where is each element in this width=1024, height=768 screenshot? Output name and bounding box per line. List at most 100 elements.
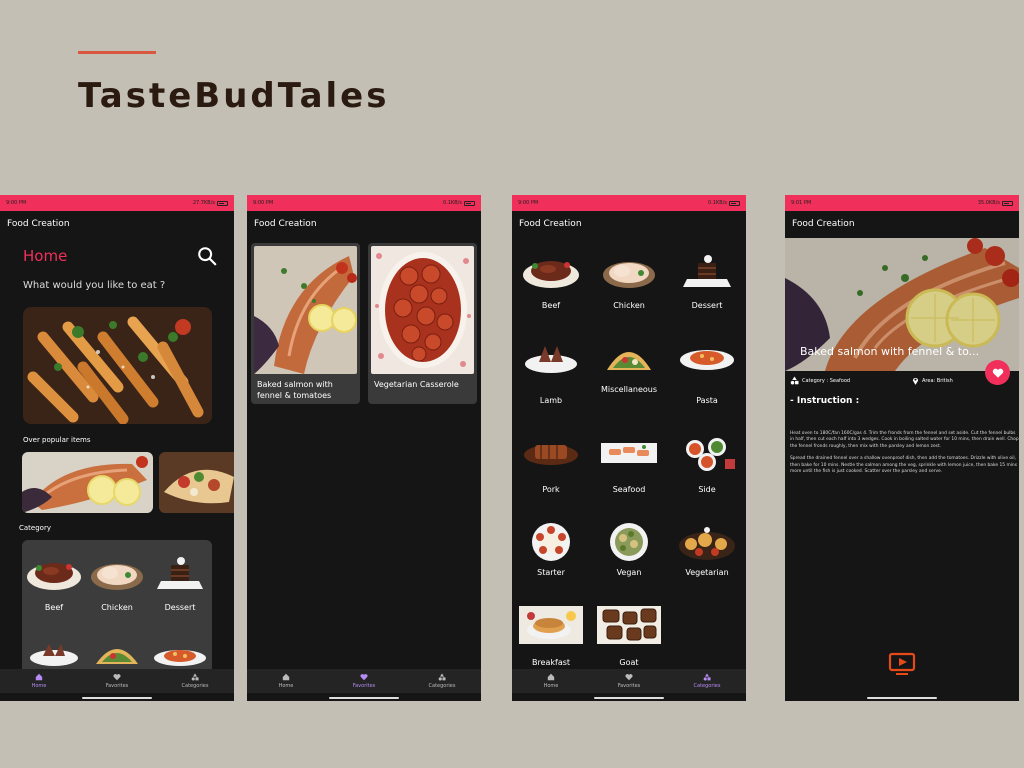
favorite-card-salmon[interactable]: Baked salmon with fennel & tomatoes [251,243,360,404]
vegetarian-icon [679,527,735,560]
battery-icon [464,200,475,206]
category-item-pork[interactable]: Pork [521,437,581,494]
status-time: 9:01 PM [791,200,812,206]
category-item-dessert[interactable]: Dessert [151,555,209,612]
pasta-icon [680,350,734,370]
home-icon [547,673,555,681]
youtube-play-icon[interactable] [888,652,916,676]
status-network: 0.1KB/s [443,200,462,206]
status-network: 27.7KB/s [192,200,215,206]
app-bar-title: Food Creation [512,211,746,237]
recipe-area-label: Area: British [922,377,953,384]
favorite-button[interactable] [985,360,1010,385]
favorite-card-casserole[interactable]: Vegetarian Casserole [368,243,477,404]
brand-title: TasteBudTales [78,76,390,116]
hero-pasta-image[interactable] [23,307,212,424]
nav-categories[interactable]: Categories [668,669,746,693]
starter-icon [532,523,570,561]
status-bar: 9:00 PM 27.7KB/s [0,195,234,211]
phone-detail-screen: 9:01 PM 35.0KB/s Food Creation Baked sal… [785,195,1019,701]
category-item-lamb[interactable] [25,640,83,666]
nav-home[interactable]: Home [0,669,78,693]
favorite-title-casserole: Vegetarian Casserole [374,380,459,389]
app-bar-title: Food Creation [0,211,234,237]
categories-icon [191,673,199,681]
categories-icon [703,673,711,681]
nav-categories[interactable]: Categories [403,669,481,693]
phone-favorites-screen: 9:00 PM 0.1KB/s Food Creation Baked salm… [247,195,481,701]
taco-icon [607,352,651,370]
nav-home[interactable]: Home [512,669,590,693]
category-item-chicken[interactable]: Chicken [88,555,146,612]
category-item-breakfast[interactable]: Breakfast [519,606,583,667]
category-item-beef[interactable]: Beef [25,555,83,612]
search-icon[interactable] [196,245,218,267]
category-item-vegan[interactable]: Vegan [599,522,659,577]
category-item-chicken[interactable]: Chicken [599,253,659,310]
nav-home[interactable]: Home [247,669,325,693]
vegan-icon [610,523,648,561]
home-indicator [867,697,937,699]
favorite-image-casserole [371,246,474,374]
categories-icon [790,376,799,385]
heart-icon [625,674,633,681]
category-item-starter[interactable]: Starter [521,522,581,577]
category-label-miscellaneous: Miscellaneous [600,385,658,394]
bottom-navigation: Home Favorites Categories [512,669,746,693]
category-item-side[interactable]: Side [677,437,737,494]
category-item-misc[interactable] [88,640,146,666]
popular-item-tacos[interactable] [159,452,234,513]
battery-icon [1002,200,1013,206]
category-item-pasta[interactable] [151,640,209,666]
nav-favorites-label: Favorites [352,683,376,689]
dessert-icon [157,557,203,589]
nav-home-label: Home [543,683,559,689]
subtitle-question: What would you like to eat ? [23,280,166,291]
status-network: 35.0KB/s [977,200,1000,206]
heart-icon [360,674,368,681]
category-label-pork: Pork [542,485,560,494]
popular-item-salmon[interactable] [22,452,153,513]
side-icon [686,438,735,471]
phone-home-screen: 9:00 PM 27.7KB/s Food Creation Home What… [0,195,234,701]
category-item-dessert[interactable]: Dessert [677,253,737,310]
category-item-beef[interactable]: Beef [521,253,581,310]
instruction-paragraph: Spread the drained fennel over a shallow… [790,456,1018,475]
beef-icon [523,261,579,288]
category-item-vegetarian[interactable]: Vegetarian [677,522,737,577]
nav-favorites[interactable]: Favorites [590,669,668,693]
category-label-beef: Beef [44,603,64,612]
category-item-miscellaneous[interactable]: Miscellaneous [593,340,665,396]
page-title: Home [23,247,68,265]
home-icon [35,673,43,681]
category-panel: Beef Chicken Dessert [22,540,212,690]
instruction-text: Heat oven to 180C/fan 160C/gas 4. Trim t… [790,431,1019,481]
category-label-seafood: Seafood [612,485,646,494]
category-item-pasta[interactable]: Pasta [677,340,737,405]
home-indicator [329,697,399,699]
nav-favorites[interactable]: Favorites [325,669,403,693]
nav-categories[interactable]: Categories [156,669,234,693]
breakfast-icon [519,606,583,644]
chicken-icon [603,262,655,288]
instruction-heading: - Instruction : [790,396,860,406]
favorite-image-salmon [254,246,357,374]
app-bar-title: Food Creation [247,211,481,237]
category-label-beef: Beef [541,301,561,310]
nav-categories-label: Categories [428,683,456,689]
dessert-icon [683,255,731,287]
lamb-icon [525,346,577,373]
nav-home-label: Home [278,683,294,689]
accent-line [78,51,156,54]
heart-icon [113,674,121,681]
nav-categories-label: Categories [693,683,721,689]
pork-icon [524,445,578,465]
home-indicator [82,697,152,699]
status-time: 9:00 PM [253,200,274,206]
categories-icon [438,673,446,681]
category-item-seafood[interactable]: Seafood [599,437,659,494]
category-item-lamb[interactable]: Lamb [521,340,581,405]
nav-favorites[interactable]: Favorites [78,669,156,693]
taco-icon [96,649,138,664]
category-item-goat[interactable]: Goat [597,606,661,667]
